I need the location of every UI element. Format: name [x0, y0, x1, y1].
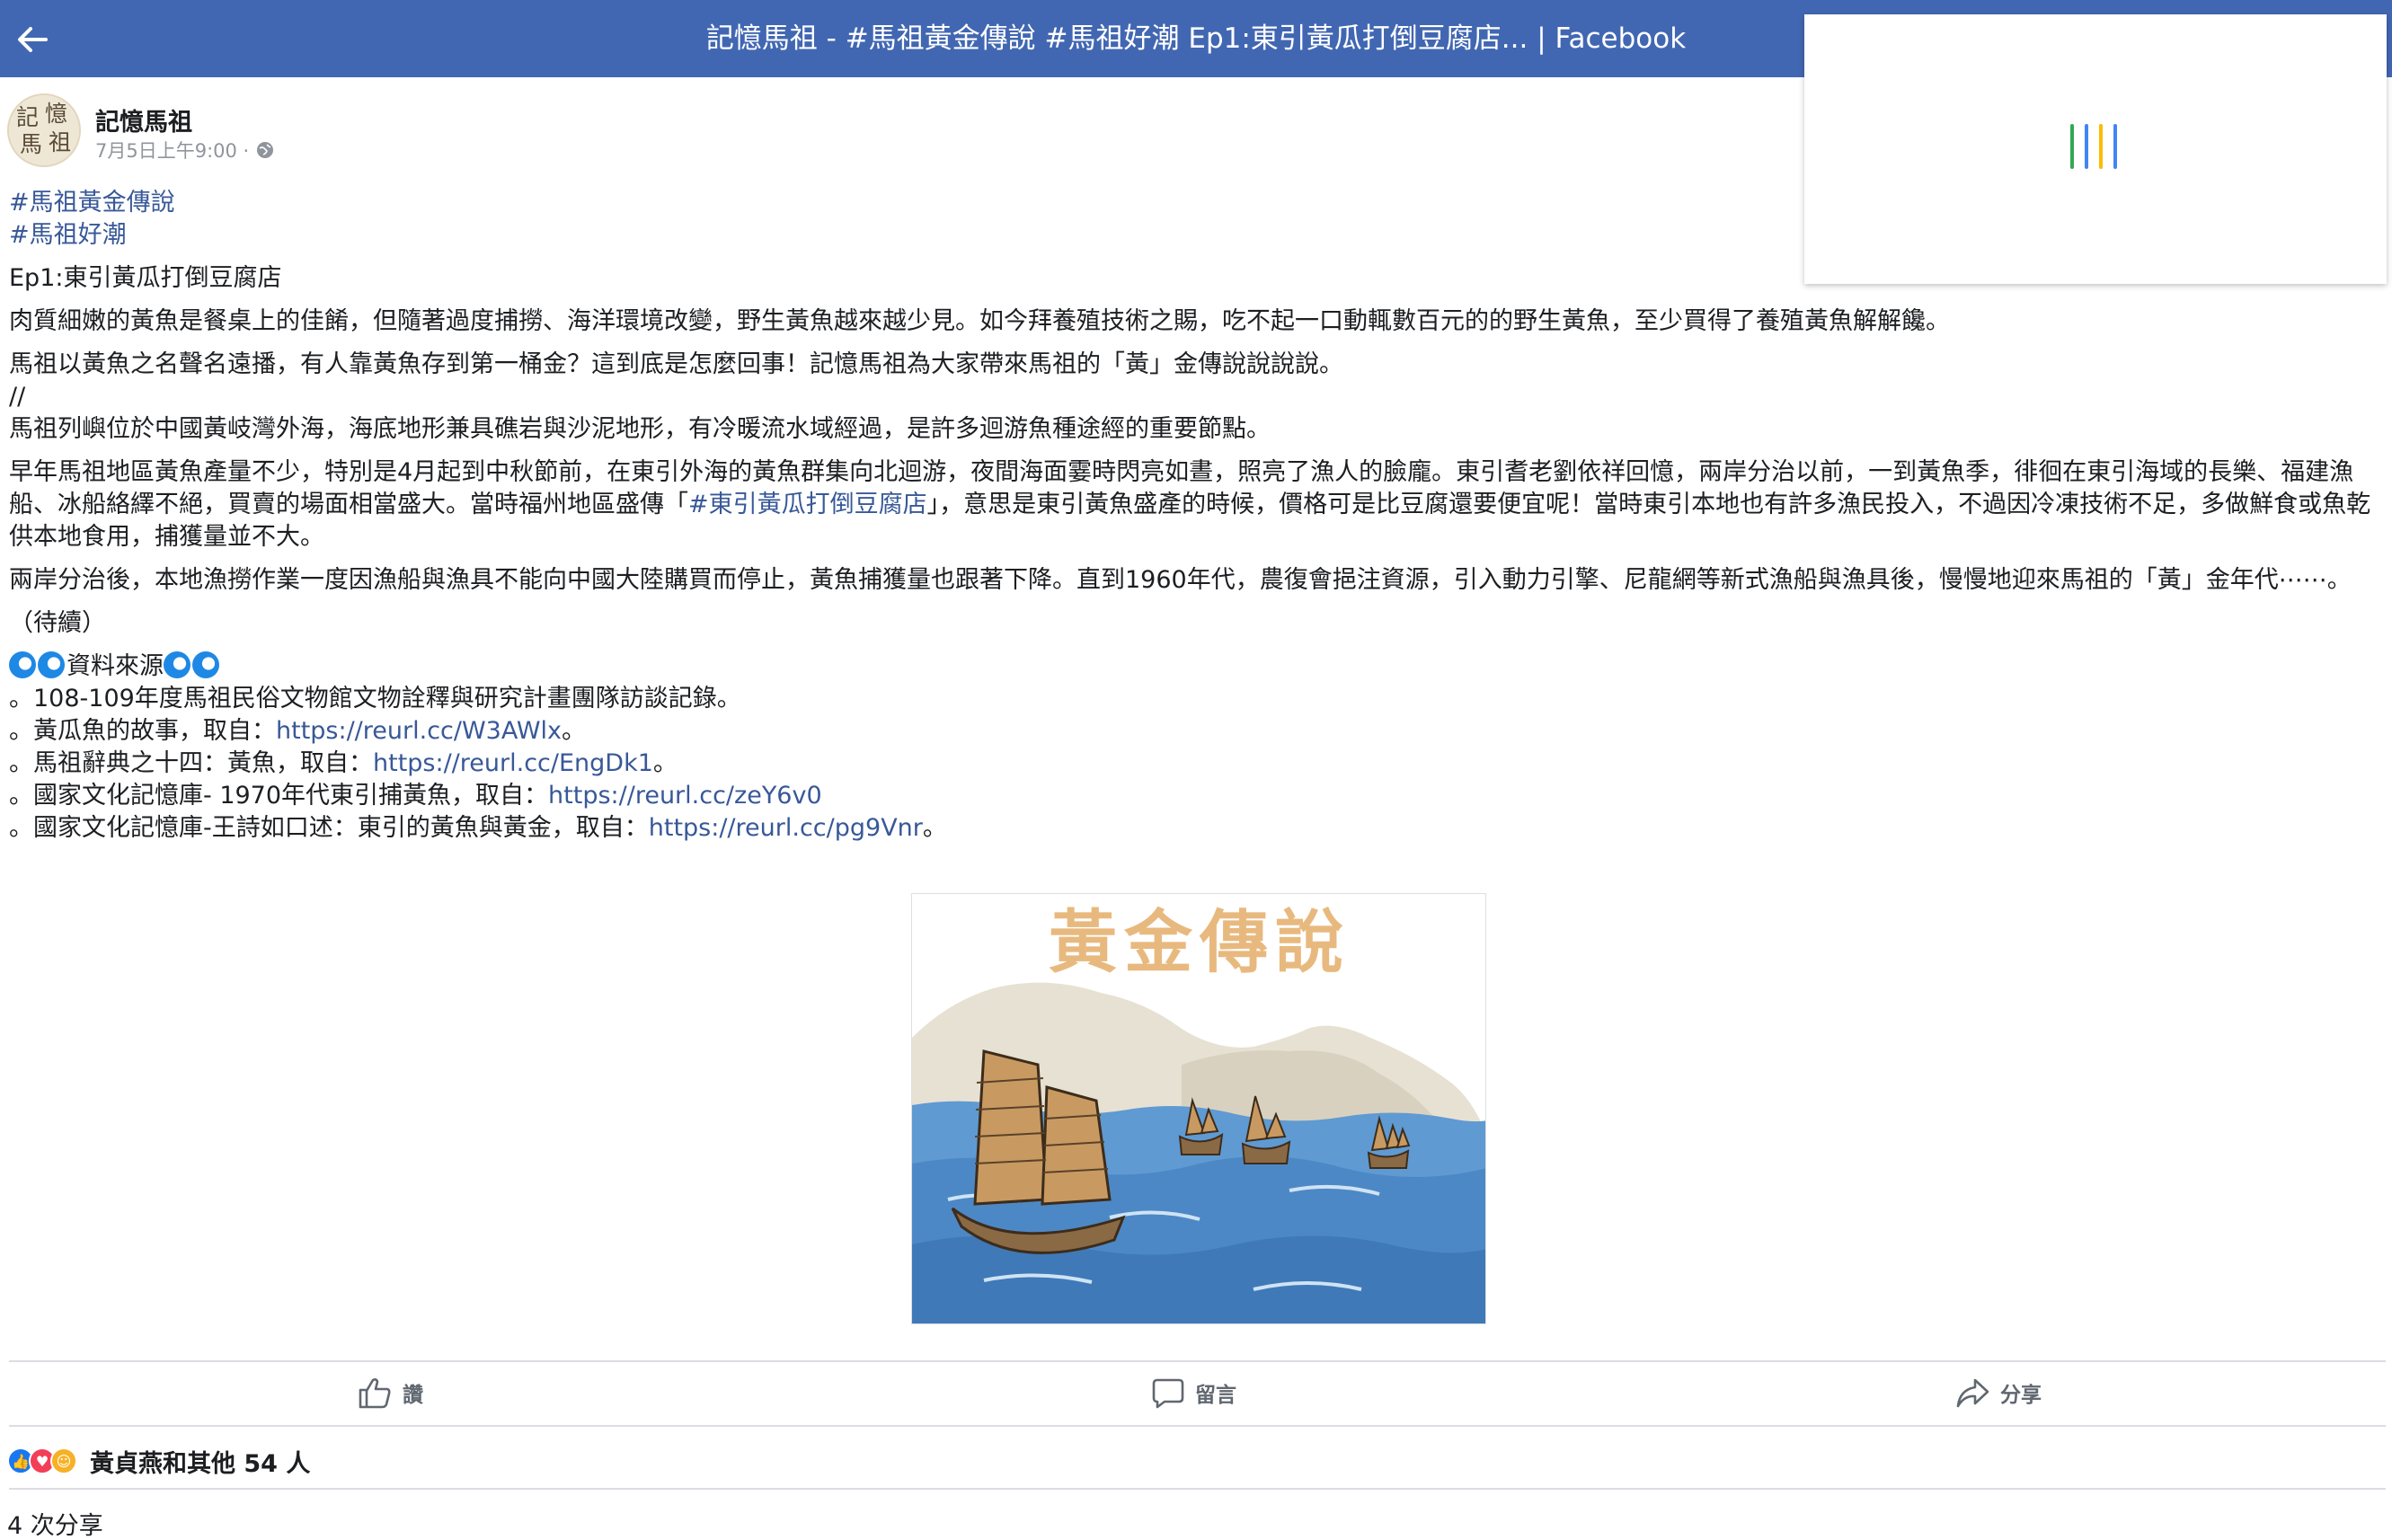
reaction-summary[interactable]: 👍 ♥ ☺ 黃貞燕和其他 54 人 — [7, 1443, 310, 1479]
post-paragraph: 馬祖列嶼位於中國黃岐灣外海，海底地形兼具礁岩與沙泥地形，有冷暖流水域經過，是許多… — [9, 415, 1271, 443]
episode-title: Ep1:東引黃瓜打倒豆腐店 — [9, 264, 282, 292]
wave-icon — [38, 651, 65, 678]
page-name-link[interactable]: 記憶馬祖 — [95, 102, 192, 137]
post-body: #馬祖黃金傳說 #馬祖好潮 Ep1:東引黃瓜打倒豆腐店 肉質細嫩的黃魚是餐桌上的… — [9, 187, 2381, 845]
source-item: 。國家文化記憶庫-王詩如口述：東引的黃魚與黃金，取自：https://reurl… — [9, 812, 2381, 845]
source-suffix: 。 — [922, 814, 947, 842]
divider — [9, 1488, 2386, 1490]
post-paragraph: 肉質細嫩的黃魚是餐桌上的佳餚，但隨著過度捕撈、海洋環境改變，野生黃魚越來越少見。… — [9, 307, 1950, 335]
source-text: 。108-109年度馬祖民俗文物館文物詮釋與研究計畫團隊訪談記錄。 — [9, 685, 741, 712]
loading-spinner-icon — [2070, 124, 2124, 169]
post-paragraph: 兩岸分治後，本地漁撈作業一度因漁船與漁具不能向中國大陸購買而停止，黃魚捕獲量也跟… — [9, 566, 2352, 594]
source-text: 。黃瓜魚的故事，取自： — [9, 717, 276, 745]
source-link[interactable]: https://reurl.cc/EngDk1 — [373, 749, 653, 777]
post-timestamp[interactable]: 7月5日上午9:00 · — [95, 137, 249, 164]
reaction-summary-text: 黃貞燕和其他 54 人 — [90, 1449, 311, 1478]
source-text: 。馬祖辭典之十四：黃魚，取自： — [9, 749, 373, 777]
post-image[interactable]: 黃金傳說 — [911, 893, 1486, 1324]
image-title-text: 黃金傳說 — [1049, 902, 1351, 982]
source-item: 。馬祖辭典之十四：黃魚，取自：https://reurl.cc/EngDk1。 — [9, 748, 2381, 780]
post-meta: 7月5日上午9:00 · — [95, 137, 274, 164]
avatar-glyph: 祖 — [49, 129, 72, 155]
sources-heading: 資料來源 — [9, 651, 2381, 683]
sources-heading-text: 資料來源 — [66, 652, 164, 680]
avatar-glyph: 記 — [16, 104, 40, 130]
avatar-glyph: 憶 — [45, 101, 68, 127]
care-reaction-icon: ☺ — [50, 1447, 77, 1474]
like-label: 讚 — [403, 1384, 423, 1407]
source-item: 。黃瓜魚的故事，取自：https://reurl.cc/W3AWlx。 — [9, 715, 2381, 748]
post-paragraph: 早年馬祖地區黃魚產量不少，特別是4月起到中秋節前，在東引外海的黃魚群集向北迴游，… — [9, 456, 2381, 553]
source-link[interactable]: https://reurl.cc/pg9Vnr — [649, 814, 923, 842]
wave-icon — [164, 651, 190, 678]
source-text: 。國家文化記憶庫- 1970年代東引捕黃魚，取自： — [9, 782, 549, 810]
share-button[interactable]: 分享 — [1955, 1369, 2042, 1416]
post-actions: 讚 留言 分享 — [0, 1360, 2392, 1425]
like-button[interactable]: 讚 — [358, 1369, 423, 1416]
source-item: 。108-109年度馬祖民俗文物館文物詮釋與研究計畫團隊訪談記錄。 — [9, 683, 2381, 715]
illustration-boats: 黃金傳說 — [912, 894, 1485, 1323]
hashtag-link[interactable]: #馬祖好潮 — [9, 219, 2381, 252]
avatar[interactable]: 記 憶 馬 祖 — [7, 93, 81, 167]
source-text: 。國家文化記憶庫-王詩如口述：東引的黃魚與黃金，取自： — [9, 814, 649, 842]
share-icon — [1956, 1378, 1989, 1408]
comment-button[interactable]: 留言 — [1152, 1369, 1236, 1416]
post-paragraph: 馬祖以黃魚之名聲名遠播，有人靠黃魚存到第一桶金？這到底是怎麼回事！記憶馬祖為大家… — [9, 350, 1343, 378]
divider — [9, 1425, 2386, 1427]
comment-icon — [1152, 1378, 1184, 1409]
globe-icon — [257, 142, 274, 158]
thumbs-up-icon — [359, 1378, 391, 1409]
hashtag-link[interactable]: #東引黃瓜打倒豆腐店 — [688, 491, 927, 518]
source-item: 。國家文化記憶庫- 1970年代東引捕黃魚，取自：https://reurl.c… — [9, 780, 2381, 812]
source-suffix: 。 — [652, 749, 678, 777]
share-label: 分享 — [2000, 1384, 2042, 1407]
wave-icon — [192, 651, 219, 678]
post-separator: // — [9, 383, 26, 411]
source-link[interactable]: https://reurl.cc/W3AWlx — [276, 717, 562, 745]
comment-label: 留言 — [1195, 1384, 1236, 1407]
wave-icon — [9, 651, 36, 678]
post-paragraph: （待續） — [9, 609, 106, 637]
source-link[interactable]: https://reurl.cc/zeY6v0 — [548, 782, 822, 810]
avatar-glyph: 馬 — [20, 131, 43, 157]
share-count[interactable]: 4 次分享 — [7, 1506, 103, 1540]
hashtag-link[interactable]: #馬祖黃金傳說 — [9, 187, 2381, 219]
source-suffix: 。 — [562, 717, 587, 745]
